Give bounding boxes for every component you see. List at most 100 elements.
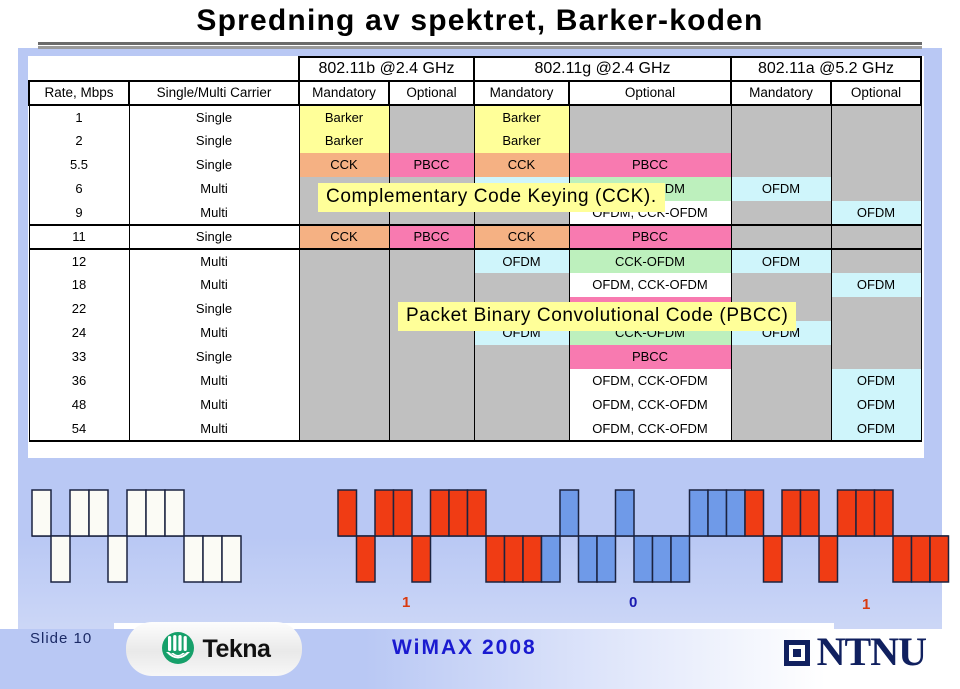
cell-b-mandatory	[298, 369, 390, 393]
tekna-wordmark: Tekna	[202, 634, 271, 663]
group-header-80211a: 802.11a @5.2 GHz	[730, 56, 922, 82]
table-head: 802.11b @2.4 GHz 802.11g @2.4 GHz 802.11…	[28, 56, 922, 106]
cell-g-mandatory	[473, 273, 570, 297]
cell-carrier: Multi	[128, 321, 300, 345]
cell-rate: 9	[28, 201, 130, 225]
cell-a-optional	[830, 321, 922, 345]
slide-number: Slide 10	[30, 630, 93, 647]
cell-rate: 5.5	[28, 153, 130, 177]
table-row: 33 Single PBCC	[28, 345, 922, 369]
cell-b-optional	[388, 104, 475, 129]
column-header-row: Rate, Mbps Single/Multi Carrier Mandator…	[28, 80, 922, 106]
cell-b-mandatory: Barker	[298, 129, 390, 153]
title-divider-lower	[38, 46, 922, 49]
cell-carrier: Single	[128, 153, 300, 177]
cell-carrier: Multi	[128, 273, 300, 297]
cell-g-optional: OFDM, CCK-OFDM	[568, 273, 732, 297]
cell-g-mandatory: Barker	[473, 129, 570, 153]
cell-a-mandatory	[730, 393, 832, 417]
cell-rate: 24	[28, 321, 130, 345]
cell-carrier: Single	[128, 104, 300, 129]
cell-b-mandatory	[298, 249, 390, 273]
cell-a-mandatory	[730, 201, 832, 225]
column-header-g-optional: Optional	[568, 80, 732, 106]
cell-a-mandatory	[730, 224, 832, 250]
cell-a-mandatory	[730, 273, 832, 297]
cell-b-optional: PBCC	[388, 224, 475, 250]
bit-label-second: 0	[629, 594, 638, 611]
table-row: 54 Multi OFDM, CCK-OFDM OFDM	[28, 417, 922, 442]
cell-rate: 2	[28, 129, 130, 153]
cell-b-optional	[388, 345, 475, 369]
column-header-a-mandatory: Mandatory	[730, 80, 832, 106]
cell-rate: 6	[28, 177, 130, 201]
bit-label-first: 1	[402, 594, 411, 611]
cell-carrier: Multi	[128, 369, 300, 393]
cell-g-optional: OFDM, CCK-OFDM	[568, 369, 732, 393]
cell-rate: 22	[28, 297, 130, 321]
cell-a-optional: OFDM	[830, 417, 922, 442]
cell-a-optional: OFDM	[830, 201, 922, 225]
cell-a-optional	[830, 297, 922, 321]
callout-cck: Complementary Code Keying (CCK).	[318, 183, 665, 212]
cell-b-mandatory	[298, 345, 390, 369]
ntnu-mark-icon	[783, 639, 810, 666]
cell-g-optional: PBCC	[568, 153, 732, 177]
cell-g-optional: CCK-OFDM	[568, 249, 732, 273]
cell-a-optional	[830, 129, 922, 153]
cell-a-optional: OFDM	[830, 273, 922, 297]
cell-b-mandatory: CCK	[298, 224, 390, 250]
cell-b-mandatory	[298, 417, 390, 442]
cell-rate: 12	[28, 249, 130, 273]
cell-g-mandatory: CCK	[473, 153, 570, 177]
cell-a-optional	[830, 153, 922, 177]
table-row: 5.5 Single CCK PBCC CCK PBCC	[28, 153, 922, 177]
cell-rate: 48	[28, 393, 130, 417]
cell-a-optional	[830, 345, 922, 369]
cell-g-mandatory	[473, 345, 570, 369]
modulation-rate-table: 802.11b @2.4 GHz 802.11g @2.4 GHz 802.11…	[28, 56, 922, 442]
table-row: 2 Single Barker Barker	[28, 129, 922, 153]
cell-a-optional	[830, 249, 922, 273]
cell-g-optional: OFDM, CCK-OFDM	[568, 417, 732, 442]
column-header-b-optional: Optional	[388, 80, 475, 106]
cell-carrier: Multi	[128, 249, 300, 273]
cell-a-mandatory: OFDM	[730, 249, 832, 273]
cell-g-mandatory: CCK	[473, 224, 570, 250]
cell-b-mandatory: CCK	[298, 153, 390, 177]
cell-g-optional	[568, 104, 732, 129]
tekna-logo: Tekna	[126, 622, 302, 676]
cell-g-optional: PBCC	[568, 224, 732, 250]
cell-b-optional	[388, 129, 475, 153]
group-header-row: 802.11b @2.4 GHz 802.11g @2.4 GHz 802.11…	[29, 56, 922, 82]
cell-g-mandatory	[473, 369, 570, 393]
cell-carrier: Single	[128, 297, 300, 321]
cell-b-optional: PBCC	[388, 153, 475, 177]
table-row: 36 Multi OFDM, CCK-OFDM OFDM	[28, 369, 922, 393]
cell-rate: 33	[28, 345, 130, 369]
cell-g-optional	[568, 129, 732, 153]
conference-name: WiMAX 2008	[392, 636, 537, 659]
spec-table-container: 802.11b @2.4 GHz 802.11g @2.4 GHz 802.11…	[28, 56, 924, 458]
cell-rate: 18	[28, 273, 130, 297]
cell-a-mandatory: OFDM	[730, 177, 832, 201]
cell-carrier: Multi	[128, 177, 300, 201]
cell-a-mandatory	[730, 153, 832, 177]
cell-g-mandatory: OFDM	[473, 249, 570, 273]
page-title: Spredning av spektret, Barker-koden	[196, 4, 764, 37]
cell-rate: 54	[28, 417, 130, 442]
cell-b-mandatory: Barker	[298, 104, 390, 129]
table-row: 12 Multi OFDM CCK-OFDM OFDM	[28, 249, 922, 273]
cell-carrier: Single	[128, 224, 300, 250]
cell-g-optional: OFDM, CCK-OFDM	[568, 393, 732, 417]
cell-g-optional: PBCC	[568, 345, 732, 369]
column-header-carrier: Single/Multi Carrier	[128, 80, 300, 106]
group-header-80211b: 802.11b @2.4 GHz	[298, 56, 475, 82]
ntnu-logo: NTNU	[783, 628, 927, 675]
cell-a-mandatory	[730, 417, 832, 442]
cell-b-mandatory	[298, 273, 390, 297]
cell-a-mandatory	[730, 104, 832, 129]
cell-b-optional	[388, 369, 475, 393]
callout-pbcc: Packet Binary Convolutional Code (PBCC)	[398, 302, 797, 331]
cell-rate: 36	[28, 369, 130, 393]
